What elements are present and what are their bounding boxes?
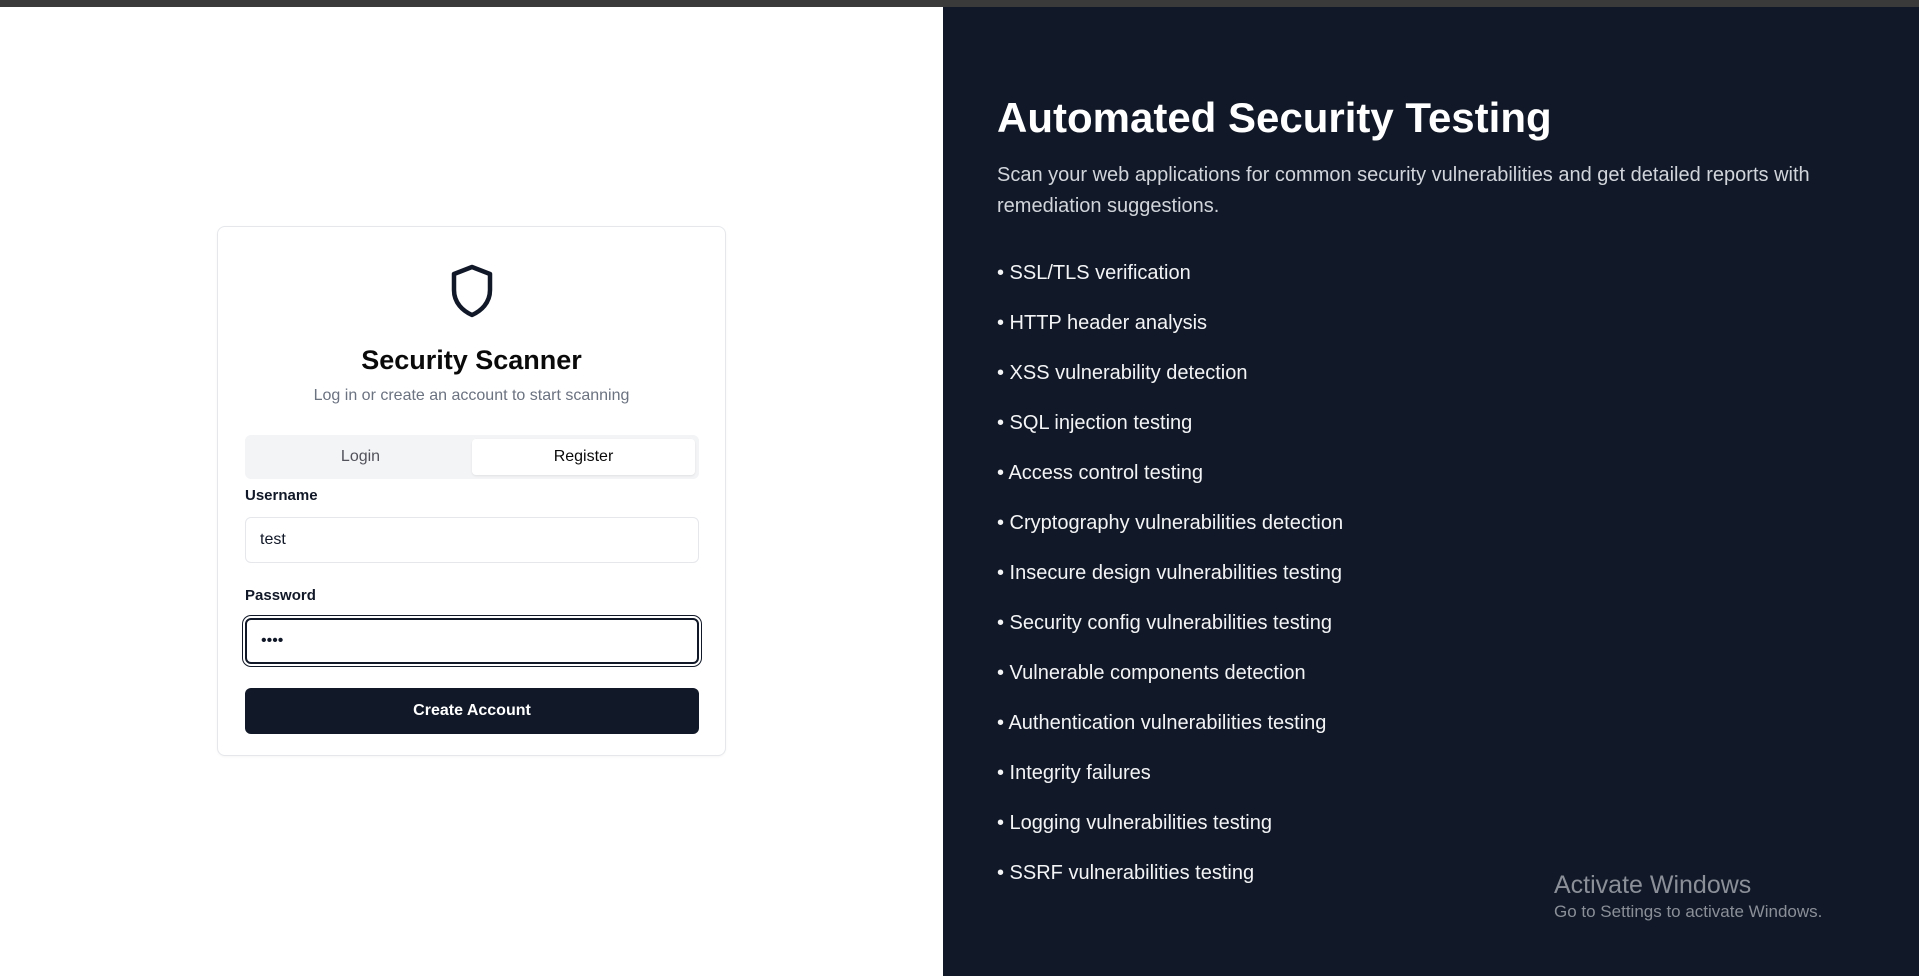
info-title: Automated Security Testing bbox=[997, 94, 1552, 141]
card-title: Security Scanner bbox=[361, 345, 582, 375]
feature-item: • SSRF vulnerabilities testing bbox=[997, 862, 1255, 884]
watermark-title: Activate Windows bbox=[1554, 871, 1752, 899]
shield-icon bbox=[451, 264, 493, 318]
info-description: Scan your web applications for common se… bbox=[997, 164, 1810, 217]
feature-item: • Authentication vulnerabilities testing bbox=[997, 712, 1327, 734]
feature-item: • Cryptography vulnerabilities detection bbox=[997, 512, 1344, 534]
feature-item: • SSL/TLS verification bbox=[997, 262, 1191, 284]
feature-item: • SQL injection testing bbox=[997, 412, 1193, 434]
username-field[interactable] bbox=[245, 517, 699, 563]
auth-card: Security Scanner Log in or create an acc… bbox=[217, 226, 726, 756]
feature-item: • Logging vulnerabilities testing bbox=[997, 812, 1272, 834]
info-panel: Automated Security Testing Scan your web… bbox=[943, 7, 1919, 976]
window-top-bar bbox=[0, 0, 1919, 7]
feature-item: • Integrity failures bbox=[997, 762, 1151, 784]
feature-item: • Vulnerable components detection bbox=[997, 662, 1306, 684]
feature-item: • XSS vulnerability detection bbox=[997, 362, 1248, 384]
tab-register[interactable]: Register bbox=[472, 439, 695, 475]
username-label: Username bbox=[245, 487, 318, 504]
password-field[interactable] bbox=[245, 618, 699, 664]
feature-item: • HTTP header analysis bbox=[997, 312, 1208, 334]
auth-tabs: Login Register bbox=[245, 435, 699, 479]
feature-list: • SSL/TLS verification • HTTP header ana… bbox=[997, 261, 1343, 911]
activate-windows-watermark: Activate Windows Go to Settings to activ… bbox=[1554, 869, 1822, 923]
feature-item: • Security config vulnerabilities testin… bbox=[997, 612, 1332, 634]
password-label: Password bbox=[245, 587, 316, 604]
feature-item: • Access control testing bbox=[997, 462, 1203, 484]
create-account-button[interactable]: Create Account bbox=[245, 688, 699, 734]
feature-item: • Insecure design vulnerabilities testin… bbox=[997, 562, 1342, 584]
watermark-subtitle: Go to Settings to activate Windows. bbox=[1554, 902, 1823, 921]
card-subtitle: Log in or create an account to start sca… bbox=[313, 387, 630, 404]
tab-login[interactable]: Login bbox=[249, 439, 472, 475]
auth-pane: Security Scanner Log in or create an acc… bbox=[0, 7, 943, 976]
